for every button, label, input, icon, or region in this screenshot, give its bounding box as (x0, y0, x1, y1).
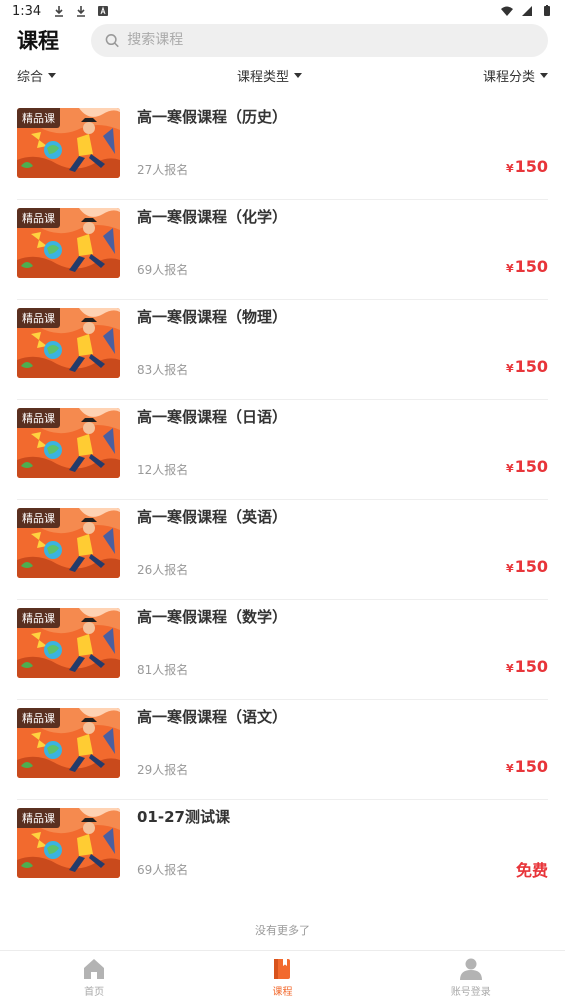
course-price: ¥150 (506, 657, 548, 676)
premium-tag: 精品课 (17, 208, 60, 228)
enroll-count: 26人报名 (137, 563, 189, 577)
course-item[interactable]: 精品课 高一寒假课程（物理） 83人报名 ¥150 (17, 300, 548, 400)
book-icon (274, 959, 291, 979)
course-title: 高一寒假课程（物理） (137, 308, 288, 326)
page-title: 课程 (17, 29, 59, 53)
download-icon (77, 6, 86, 17)
enroll-count: 69人报名 (137, 263, 189, 277)
price-amount: 150 (514, 457, 548, 476)
enroll-count: 81人报名 (137, 663, 189, 677)
premium-tag: 精品课 (17, 708, 60, 728)
course-thumbnail: 精品课 (17, 408, 120, 478)
wifi-icon (501, 6, 513, 16)
course-item[interactable]: 精品课 高一寒假课程（历史） 27人报名 ¥150 (17, 100, 548, 200)
premium-tag: 精品课 (17, 508, 60, 528)
course-thumbnail: 精品课 (17, 308, 120, 378)
nav-login[interactable]: 账号登录 (377, 951, 565, 1004)
caret-down-icon (539, 72, 548, 78)
course-price: ¥150 (506, 757, 548, 776)
price-amount: 150 (514, 357, 548, 376)
signal-icon (522, 6, 532, 16)
status-bar: 1:34 (0, 0, 565, 22)
course-title: 高一寒假课程（语文） (137, 708, 288, 726)
course-item[interactable]: 精品课 高一寒假课程（数学） 81人报名 ¥150 (17, 600, 548, 700)
course-title: 高一寒假课程（化学） (137, 208, 288, 226)
filter-course-type[interactable]: 课程类型 (237, 66, 302, 85)
filter-bar: 综合 课程类型 课程分类 (0, 62, 565, 88)
battery-icon (544, 5, 550, 16)
status-time: 1:34 (12, 3, 42, 19)
course-price: 免费 (515, 857, 548, 881)
course-item[interactable]: 精品课 01-27测试课 69人报名 免费 (17, 800, 548, 900)
nav-label: 账号登录 (450, 987, 491, 998)
currency-symbol: ¥ (505, 162, 514, 175)
course-title: 高一寒假课程（历史） (137, 108, 288, 126)
premium-tag: 精品课 (17, 808, 60, 828)
home-icon (84, 959, 105, 979)
download-icon (55, 6, 64, 17)
caret-down-icon (48, 72, 57, 78)
price-amount: 150 (514, 257, 548, 276)
currency-symbol: ¥ (505, 462, 514, 475)
course-thumbnail: 精品课 (17, 208, 120, 278)
user-icon (459, 958, 482, 980)
search-box[interactable] (91, 23, 548, 57)
currency-symbol: ¥ (505, 262, 514, 275)
filter-label: 课程分类 (482, 69, 535, 85)
course-list: 精品课 高一寒假课程（历史） 27人报名 ¥150 精品课 高一寒假课程（化学）… (17, 100, 548, 900)
course-item[interactable]: 精品课 高一寒假课程（日语） 12人报名 ¥150 (17, 400, 548, 500)
premium-tag: 精品课 (17, 608, 60, 628)
premium-tag: 精品课 (17, 108, 60, 128)
price-amount: 免费 (515, 861, 548, 880)
course-price: ¥150 (506, 257, 548, 276)
price-amount: 150 (514, 157, 548, 176)
nav-home[interactable]: 首页 (0, 951, 188, 1004)
header: 课程 (0, 22, 565, 58)
caret-down-icon (294, 72, 302, 78)
course-title: 高一寒假课程（英语） (137, 508, 288, 526)
filter-course-category[interactable]: 课程分类 (483, 66, 548, 85)
filter-comprehensive[interactable]: 综合 (17, 66, 57, 85)
enroll-count: 69人报名 (137, 863, 189, 877)
enroll-count: 29人报名 (137, 763, 189, 777)
course-item[interactable]: 精品课 高一寒假课程（化学） 69人报名 ¥150 (17, 200, 548, 300)
list-end-text: 没有更多了 (255, 924, 310, 937)
search-input[interactable] (127, 32, 534, 48)
nav-courses[interactable]: 课程 (188, 951, 376, 1004)
course-thumbnail: 精品课 (17, 608, 120, 678)
filter-label: 课程类型 (236, 69, 289, 85)
course-thumbnail: 精品课 (17, 108, 120, 178)
text-notification-icon (98, 6, 109, 16)
course-title: 高一寒假课程（数学） (137, 608, 288, 626)
course-thumbnail: 精品课 (17, 708, 120, 778)
course-price: ¥150 (506, 157, 548, 176)
search-icon (105, 33, 119, 47)
nav-label: 课程 (272, 987, 293, 998)
premium-tag: 精品课 (17, 308, 60, 328)
currency-symbol: ¥ (505, 362, 514, 375)
course-price: ¥150 (506, 457, 548, 476)
enroll-count: 27人报名 (137, 163, 189, 177)
bottom-nav: 首页 课程 账号登录 (0, 950, 565, 1004)
course-title: 01-27测试课 (137, 808, 230, 826)
course-title: 高一寒假课程（日语） (137, 408, 288, 426)
nav-label: 首页 (84, 987, 105, 998)
price-amount: 150 (514, 557, 548, 576)
price-amount: 150 (514, 657, 548, 676)
course-item[interactable]: 精品课 高一寒假课程（语文） 29人报名 ¥150 (17, 700, 548, 800)
premium-tag: 精品课 (17, 408, 60, 428)
price-amount: 150 (514, 757, 548, 776)
course-thumbnail: 精品课 (17, 508, 120, 578)
currency-symbol: ¥ (505, 762, 514, 775)
course-price: ¥150 (506, 357, 548, 376)
enroll-count: 83人报名 (137, 363, 189, 377)
course-thumbnail: 精品课 (17, 808, 120, 878)
enroll-count: 12人报名 (137, 463, 189, 477)
course-item[interactable]: 精品课 高一寒假课程（英语） 26人报名 ¥150 (17, 500, 548, 600)
course-price: ¥150 (506, 557, 548, 576)
currency-symbol: ¥ (505, 562, 514, 575)
filter-label: 综合 (17, 69, 44, 85)
currency-symbol: ¥ (505, 662, 514, 675)
